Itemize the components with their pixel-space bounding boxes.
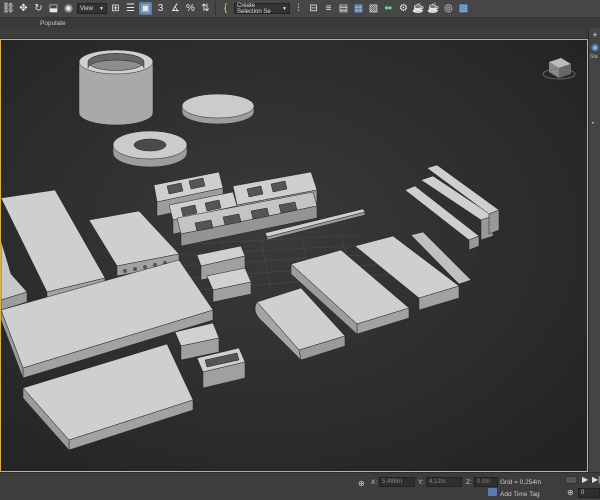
select-link-icon[interactable]: ⛓: [2, 2, 15, 15]
select-scale-icon[interactable]: ⬓: [47, 2, 60, 15]
named-selection-set-dropdown[interactable]: Create Selection Se ▼: [234, 2, 290, 15]
x-coordinate-value: 5,498m: [382, 479, 403, 485]
rendered-frame-window-icon[interactable]: ☕: [412, 2, 425, 15]
play-icon[interactable]: ▶: [582, 475, 588, 484]
next-frame-icon[interactable]: ▶|: [592, 475, 600, 484]
layer-explorer-icon[interactable]: ≡: [322, 2, 335, 15]
render-setup-icon[interactable]: ⚙: [397, 2, 410, 15]
render-production-icon[interactable]: ☕: [427, 2, 440, 15]
current-frame-value: 0: [581, 490, 585, 496]
chevron-down-icon: ▼: [99, 5, 104, 12]
render-iterative-icon[interactable]: ◎: [442, 2, 455, 15]
named-selection-set-value: Create Selection Se: [237, 2, 271, 15]
concrete-ring-object[interactable]: [78, 49, 154, 126]
grid-size-readout: Grid = 0,254m: [500, 479, 542, 486]
material-editor-icon[interactable]: ⬌: [382, 2, 395, 15]
select-rotate-icon[interactable]: ↻: [32, 2, 45, 15]
3ds-max-window: ⛓ ✥ ↻ ⬓ ◉ View ▼ ⊞ ☰ ▣ 3 ∡ % ⇅ { Create …: [0, 0, 600, 500]
z-coordinate-value: 0,0m: [477, 479, 491, 485]
geometry-icon[interactable]: ◉: [590, 42, 600, 52]
select-by-name-icon[interactable]: ☰: [124, 2, 137, 15]
pivot-point-icon[interactable]: ⊞: [109, 2, 122, 15]
reference-coordinate-value: View: [80, 5, 93, 12]
time-tag-icon[interactable]: [488, 488, 497, 496]
rectangular-selection-icon[interactable]: ▣: [139, 2, 152, 15]
edit-named-selection-icon[interactable]: {: [219, 2, 232, 15]
align-icon[interactable]: ⊟: [307, 2, 320, 15]
x-coordinate-field[interactable]: 5,498m: [379, 477, 415, 487]
object-type-label: Sta: [590, 54, 598, 60]
ribbon-tabs: Populate: [0, 18, 600, 28]
manhole-ring-object[interactable]: [112, 130, 188, 168]
perspective-viewport[interactable]: [0, 39, 588, 472]
snaps-toggle-icon[interactable]: 3: [154, 2, 167, 15]
angle-snap-icon[interactable]: ∡: [169, 2, 182, 15]
y-coordinate-value: 4,12m: [429, 479, 446, 485]
snaps-toggle-label: 3: [157, 2, 164, 14]
round-cover-slab-object[interactable]: [181, 93, 255, 125]
auto-key-button[interactable]: [565, 476, 577, 484]
x-coordinate-label: X:: [371, 479, 378, 486]
status-bar: ⊕ X: 5,498m Y: 4,12m Z: 0,0m Grid = 0,25…: [0, 472, 600, 500]
select-place-icon[interactable]: ◉: [62, 2, 75, 15]
lock-selection-icon[interactable]: ⊕: [358, 479, 365, 488]
command-panel: + ◉ Sta ▸: [588, 28, 600, 472]
schematic-view-icon[interactable]: ▧: [367, 2, 380, 15]
add-time-tag-button[interactable]: Add Time Tag: [500, 491, 540, 498]
spinner-snap-icon[interactable]: ⇅: [199, 2, 212, 15]
ribbon-panel: [0, 28, 588, 39]
select-move-icon[interactable]: ✥: [17, 2, 30, 15]
mirror-icon[interactable]: ⫶: [292, 2, 305, 15]
ribbon-tab-populate[interactable]: Populate: [32, 20, 74, 27]
create-tab-icon[interactable]: +: [590, 30, 600, 40]
toolbar-divider: [215, 2, 216, 15]
current-frame-field[interactable]: 0: [578, 488, 600, 498]
z-coordinate-label: Z:: [466, 479, 472, 486]
key-mode-icon[interactable]: ⊕: [567, 488, 574, 497]
y-coordinate-field[interactable]: 4,12m: [426, 477, 462, 487]
y-coordinate-label: Y:: [418, 479, 424, 486]
z-coordinate-field[interactable]: 0,0m: [474, 477, 498, 487]
reference-coordinate-dropdown[interactable]: View ▼: [77, 3, 107, 14]
main-toolbar: ⛓ ✥ ↻ ⬓ ◉ View ▼ ⊞ ☰ ▣ 3 ∡ % ⇅ { Create …: [0, 0, 600, 18]
curve-editor-icon[interactable]: ▦: [352, 2, 365, 15]
chevron-down-icon: ▼: [282, 5, 287, 12]
render-in-cloud-icon[interactable]: ▩: [457, 2, 470, 15]
rollout-chevron-icon[interactable]: ▸: [592, 120, 597, 126]
percent-snap-icon[interactable]: %: [184, 2, 197, 15]
toggle-ribbon-icon[interactable]: ▤: [337, 2, 350, 15]
viewport-scene: [1, 40, 587, 471]
